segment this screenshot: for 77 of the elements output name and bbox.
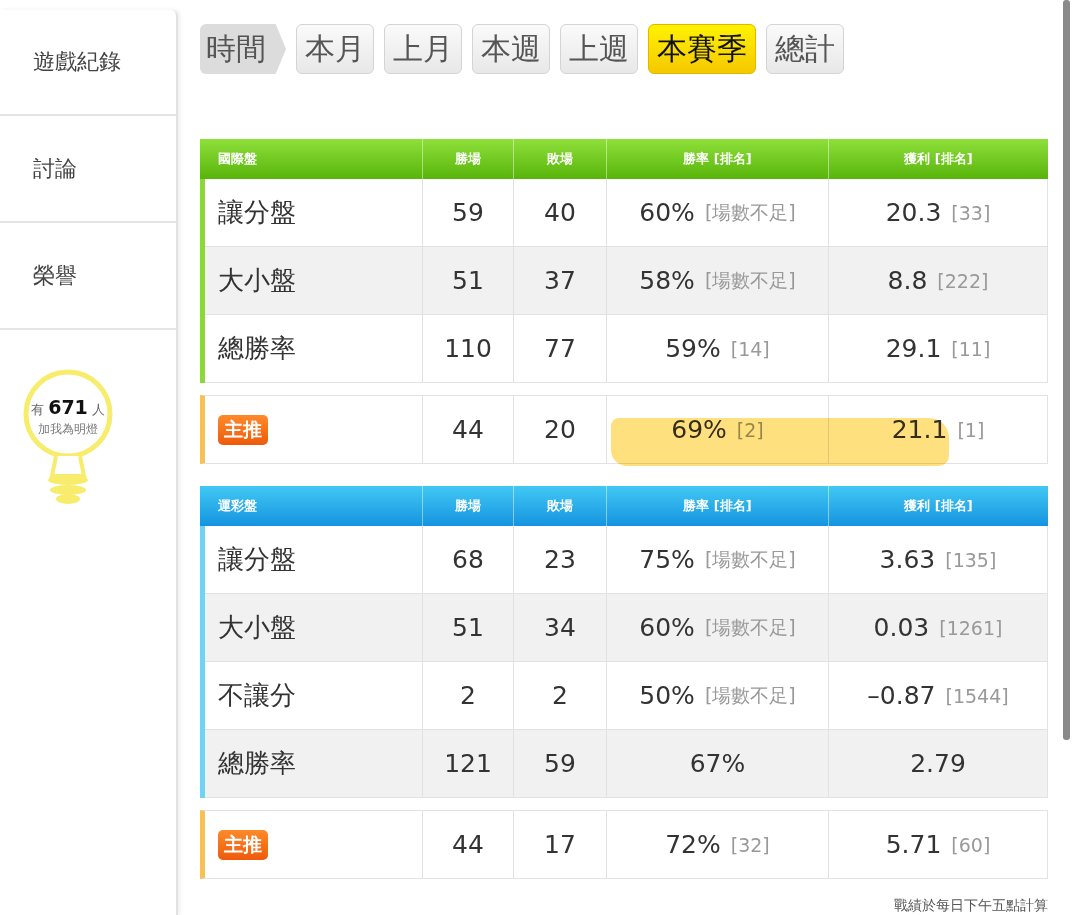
rank-text: [60]: [951, 833, 991, 856]
table-cell: 44: [422, 811, 513, 878]
rank-text: [11]: [951, 337, 991, 360]
table-cell: 59: [513, 730, 606, 797]
rank-text: [135]: [945, 548, 997, 571]
table-cell: 68: [422, 526, 513, 593]
profit-value: 2.79: [910, 749, 966, 778]
table-cell: 51: [422, 594, 513, 661]
win-rate-value: 59%: [665, 334, 721, 363]
profit-value: 20.3: [885, 198, 942, 227]
table-cell-text: 總勝率: [217, 747, 297, 780]
sidebar-item[interactable]: 遊戲紀錄: [0, 10, 176, 116]
table-cell: 23: [513, 526, 606, 593]
profit-value: 0.03: [873, 613, 930, 642]
rank-text: [1261]: [939, 616, 1003, 639]
profit-value: 8.8: [887, 266, 928, 295]
profit-value: 3.63: [879, 545, 936, 574]
sidebar-item[interactable]: 討論: [0, 116, 176, 223]
table-cell-text: 大小盤: [217, 264, 297, 297]
table-cell: 51: [422, 247, 513, 314]
column-header: 運彩盤: [217, 497, 258, 515]
rank-text: [1544]: [945, 684, 1009, 707]
period-tab[interactable]: 本月: [296, 24, 374, 74]
win-rate-value: 69%: [671, 415, 727, 444]
period-tab[interactable]: 總計: [766, 24, 844, 74]
win-rate-value: 72%: [665, 830, 721, 859]
table-cell-text: 讓分盤: [217, 543, 297, 576]
scrollbar[interactable]: [1063, 0, 1070, 740]
win-rate-value: 58%: [639, 266, 695, 295]
rank-text: [場數不足]: [704, 267, 796, 293]
win-rate-value: 75%: [639, 545, 695, 574]
rank-text: [14]: [730, 337, 770, 360]
table-cell: 37: [513, 247, 606, 314]
profit-value: 21.1: [891, 415, 948, 444]
win-rate-value: 67%: [689, 749, 746, 778]
table-cell: 34: [513, 594, 606, 661]
table-cell-text: 總勝率: [217, 332, 297, 365]
table-cell: 77: [513, 315, 606, 382]
table-cell-text: 大小盤: [217, 611, 297, 644]
table-cell: 110: [422, 315, 513, 382]
period-label: 時間: [200, 24, 286, 74]
win-rate-value: 60%: [639, 613, 695, 642]
rank-text: [1]: [957, 418, 985, 441]
rank-text: [2]: [736, 418, 764, 441]
footnote-text: 戰績於每日下午五點計算: [894, 897, 1048, 915]
rank-text: [33]: [951, 201, 991, 224]
table-cell: 2: [422, 662, 513, 729]
recommended-badge: 主推: [218, 829, 268, 860]
period-tab[interactable]: 本賽季: [648, 24, 756, 74]
rank-text: [222]: [937, 269, 989, 292]
rank-text: [場數不足]: [704, 682, 796, 708]
table-cell: 59: [422, 179, 513, 246]
table-cell: 40: [513, 179, 606, 246]
profit-value: 5.71: [885, 830, 942, 859]
table-cell: 2: [513, 662, 606, 729]
fan-caption: 加我為明燈: [37, 421, 99, 438]
period-tab[interactable]: 上月: [384, 24, 462, 74]
column-header: 國際盤: [217, 150, 258, 168]
profit-value: –0.87: [867, 681, 936, 710]
rank-text: [場數不足]: [704, 614, 796, 640]
table-cell: 17: [513, 811, 606, 878]
table-cell: 121: [422, 730, 513, 797]
table-cell: 20: [513, 396, 606, 463]
table-cell-text: 讓分盤: [217, 196, 297, 229]
table-cell: 44: [422, 396, 513, 463]
period-tab[interactable]: 上週: [560, 24, 638, 74]
win-rate-value: 60%: [639, 198, 695, 227]
rank-text: [場數不足]: [704, 199, 796, 225]
sidebar-item[interactable]: 榮譽: [0, 223, 176, 330]
recommended-badge: 主推: [218, 414, 268, 445]
period-tab[interactable]: 本週: [472, 24, 550, 74]
rank-text: [32]: [730, 833, 770, 856]
fan-count-text: 有 671 人: [30, 396, 106, 419]
win-rate-value: 50%: [639, 681, 695, 710]
table-cell-text: 不讓分: [217, 679, 297, 712]
rank-text: [場數不足]: [704, 546, 796, 572]
profit-value: 29.1: [885, 334, 942, 363]
